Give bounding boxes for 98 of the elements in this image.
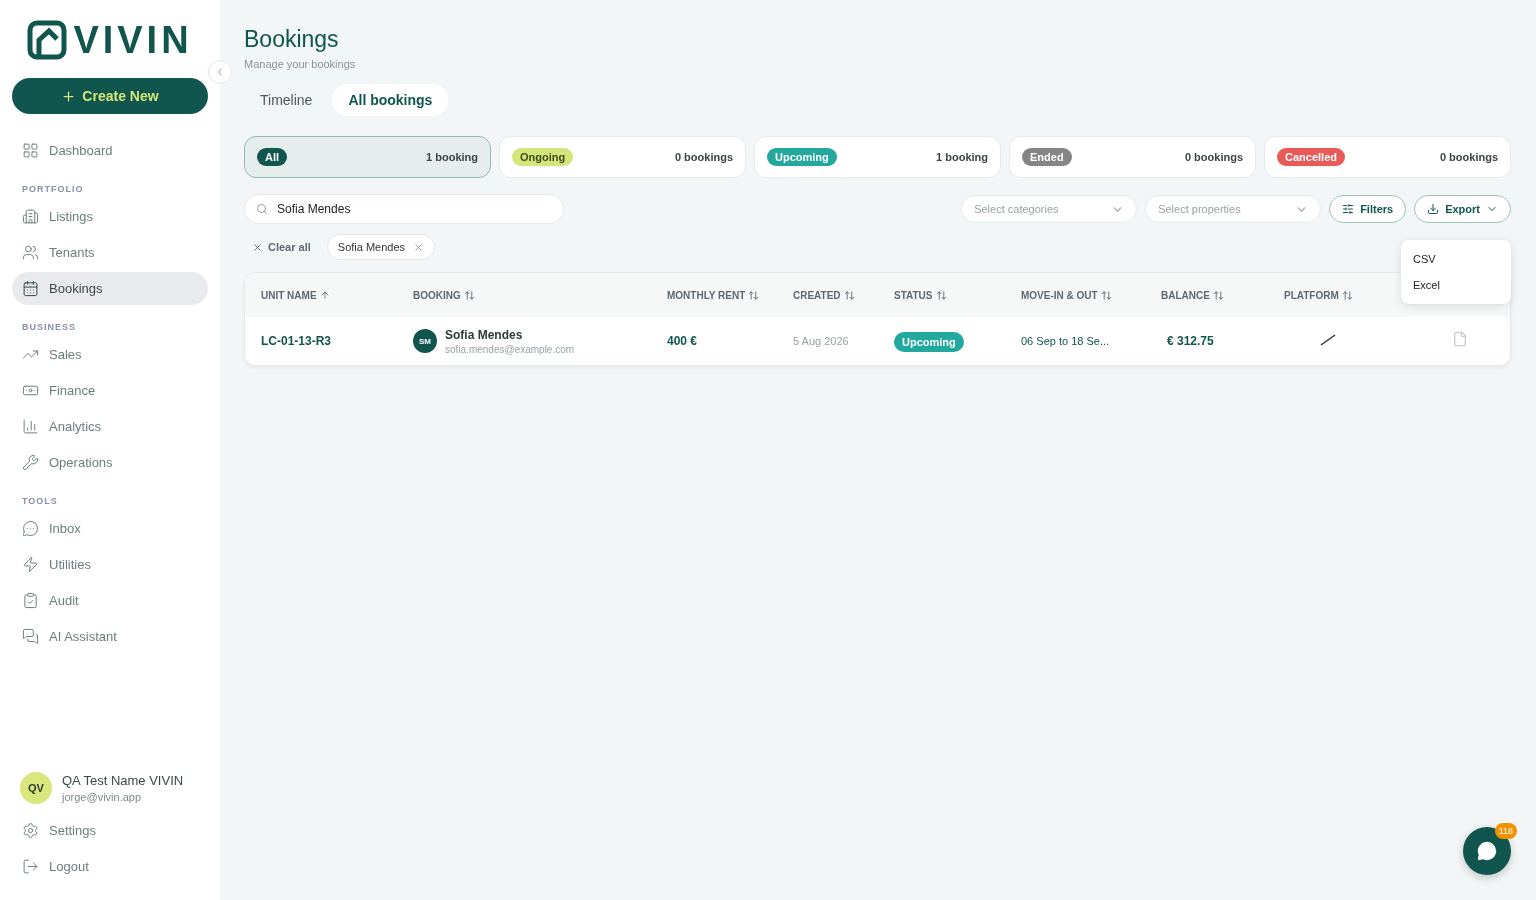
booking-count: 1 booking [426,151,478,163]
lightning-icon [22,556,39,573]
monthly-rent: 400 € [667,334,699,348]
sidebar-item[interactable]: Audit [12,584,208,617]
download-icon [1427,203,1440,215]
status-card[interactable]: All 1 booking [244,136,491,178]
section-heading: BUSINESS [21,321,77,334]
select-dropdown[interactable]: Select categories [961,195,1138,223]
plus-icon [61,88,77,104]
booking-count: 0 bookings [1184,151,1243,163]
menu-item[interactable]: Excel [1401,272,1511,298]
logo-text: VIVIN [73,21,193,59]
slash-icon [1320,334,1336,346]
bar-chart-icon [22,418,39,435]
close-icon [252,241,263,253]
sliders-icon [1342,203,1355,215]
sort-icon[interactable] [843,289,855,301]
search-icon [256,203,268,215]
status-pill: Upcoming [767,148,837,166]
status-card[interactable]: Ongoing 0 bookings [499,136,746,178]
building-icon [22,208,39,225]
clipboard-icon [22,592,39,609]
filters-button[interactable]: Filters [1329,195,1407,223]
sort-icon[interactable] [748,289,760,301]
export-button[interactable]: Export [1414,195,1511,223]
sidebar-item[interactable]: Dashboard [12,134,208,167]
column-header[interactable]: STATUS [894,287,933,303]
sidebar-item[interactable]: Settings [12,814,208,847]
page-subtitle: Manage your bookings [244,58,357,70]
balance: € 312.75 [1166,334,1215,348]
settings-icon [22,822,39,839]
menu-item[interactable]: CSV [1401,246,1511,272]
move-dates: 06 Sep to 18 Se... [1021,335,1111,347]
select-dropdown[interactable]: Select properties [1145,195,1322,223]
sidebar-item[interactable]: Utilities [12,548,208,581]
grid-icon [22,142,39,159]
filter-chip[interactable]: Sofia Mendes [326,234,436,260]
tenant-email: sofia.mendes@example.com [445,343,575,355]
sidebar-item[interactable]: Finance [12,374,208,407]
chat-icon [1477,841,1497,861]
house-logo-icon [27,20,68,60]
tab[interactable]: Timeline [244,84,329,116]
clear-all-button[interactable]: Clear all [244,241,319,253]
section-heading: TOOLS [21,495,59,508]
close-icon[interactable] [413,241,425,253]
sidebar-item[interactable]: AI Assistant [12,620,208,653]
booking-count: 1 booking [936,151,988,163]
column-header[interactable]: BOOKING [413,287,461,303]
sidebar-item[interactable]: Tenants [12,236,208,269]
users-icon [22,244,39,261]
status-pill: Ongoing [512,148,574,166]
sidebar-item[interactable]: Logout [12,850,208,883]
sidebar-item[interactable]: Bookings [12,272,208,305]
tab[interactable]: All bookings [332,84,449,116]
sidebar-item[interactable]: Inbox [12,512,208,545]
sidebar-item[interactable]: Sales [12,338,208,371]
sort-icon[interactable] [1341,289,1353,301]
arrow-up-icon[interactable] [319,290,330,300]
column-header[interactable]: BALANCE [1161,287,1210,303]
column-header[interactable]: MOVE-IN & OUT [1021,287,1098,303]
sort-icon[interactable] [1212,289,1224,301]
sidebar-item[interactable]: Operations [12,446,208,479]
chat-bubbles-icon [22,628,39,645]
created-date: 5 Aug 2026 [793,335,850,347]
speech-bubble-icon [22,520,39,537]
create-new-button[interactable]: Create New [12,78,208,114]
booking-count: 0 bookings [1439,151,1498,163]
status-pill: Upcoming [894,332,964,352]
wrench-icon [22,454,39,471]
unit-name: LC-01-13-R3 [261,334,333,348]
user-avatar: QV [20,772,52,804]
page-title: Bookings [244,26,340,53]
chat-button[interactable] [1463,827,1511,875]
column-header[interactable]: PLATFORM [1284,287,1339,303]
status-pill: Ended [1022,148,1072,166]
logout-icon [22,858,39,875]
status-pill: All [257,148,288,166]
status-card[interactable]: Cancelled 0 bookings [1264,136,1511,178]
column-header[interactable]: MONTHLY RENT [667,287,746,303]
booking-count: 0 bookings [674,151,733,163]
search-field[interactable]: Sofia Mendes [244,194,564,224]
tenant-avatar: SM [413,329,437,353]
sidebar-item[interactable]: Listings [12,200,208,233]
status-pill: Cancelled [1277,148,1345,166]
sort-icon[interactable] [1100,289,1112,301]
tenant-name: Sofia Mendes [445,327,524,342]
sidebar-item[interactable]: Analytics [12,410,208,443]
user-name: QA Test Name VIVIN [62,773,184,788]
sort-icon[interactable] [935,289,947,301]
user-email: jorge@vivin.app [62,791,143,803]
calendar-icon [22,280,39,297]
column-header[interactable]: CREATED [793,287,841,303]
column-header[interactable]: UNIT NAME [261,287,317,303]
status-card[interactable]: Upcoming 1 booking [754,136,1001,178]
sort-icon[interactable] [463,289,475,301]
status-card[interactable]: Ended 0 bookings [1009,136,1256,178]
unread-badge: 118 [1494,823,1517,839]
section-heading: PORTFOLIO [21,183,85,196]
